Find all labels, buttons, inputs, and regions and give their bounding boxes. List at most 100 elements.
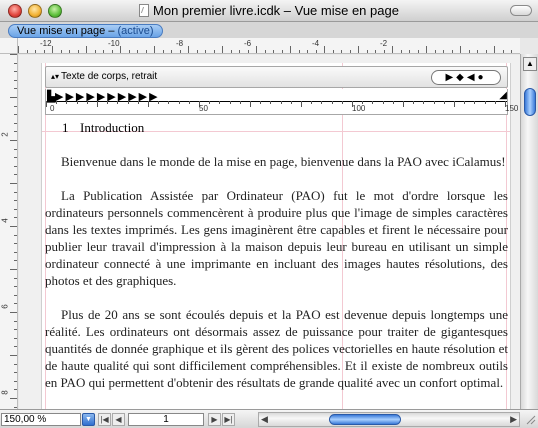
ruler-tick	[10, 183, 17, 184]
horizontal-scrollbar[interactable]: ◀ ▶	[258, 412, 520, 427]
heading-text: Introduction	[80, 120, 145, 135]
ruler-tick	[14, 251, 17, 253]
ruler-tick	[264, 50, 266, 53]
ruler-tick	[60, 50, 62, 53]
tab-ruler-tick	[56, 101, 58, 104]
ruler-tick	[10, 355, 17, 356]
next-page-icon[interactable]: ▶	[208, 413, 221, 426]
scroll-up-icon[interactable]: ▲	[523, 57, 537, 71]
tab-ruler-tick	[392, 101, 394, 104]
tab-ruler-tick	[107, 101, 109, 104]
tab-ruler-tick	[148, 101, 149, 107]
tab-ruler-tick	[433, 101, 435, 104]
ruler-tick	[14, 346, 17, 348]
resize-grip-icon[interactable]	[524, 413, 536, 425]
ruler-tick	[392, 46, 393, 53]
ruler-tick	[213, 50, 215, 53]
ruler-tick	[14, 191, 17, 193]
window-title: Mon premier livre.icdk – Vue mise en pag…	[153, 3, 399, 18]
window-title-wrap: Mon premier livre.icdk – Vue mise en pag…	[0, 3, 538, 18]
tab-ruler-label: 0	[50, 104, 55, 113]
paragraph-style-select[interactable]: ▴▾ Texte de corps, retrait	[51, 71, 157, 82]
tab-ruler[interactable]: ▙ ▶▶▶▶▶▶▶▶▶▶ ◢ 050100150200250	[45, 89, 518, 115]
alignment-tab-buttons[interactable]: ▶◆◀●	[431, 70, 501, 85]
tab-ruler-tick	[239, 101, 241, 104]
tab-ruler-tick	[443, 101, 445, 104]
ruler-tick	[426, 46, 427, 53]
ruler-tick	[43, 50, 45, 53]
tab-ruler-label: 100	[352, 104, 366, 113]
chapter-heading: 1 Introduction	[62, 120, 508, 136]
scroll-left-icon[interactable]: ◀	[261, 414, 268, 425]
ruler-label: -6	[244, 39, 252, 48]
horizontal-ruler[interactable]: -12 -10 -8 -6 -4 -2	[18, 38, 520, 54]
ruler-tick	[366, 50, 368, 53]
ruler-tick	[14, 286, 17, 288]
tab-ruler-label: 150	[505, 104, 519, 113]
vertical-ruler[interactable]: 2 4 6 8	[0, 54, 18, 409]
ruler-tick	[14, 122, 17, 124]
ruler-tick	[14, 62, 17, 64]
tab-ruler-tick	[280, 101, 282, 104]
tab-layout-view[interactable]: Vue mise en page – (active)	[8, 24, 163, 38]
ruler-tick	[14, 320, 17, 322]
zoom-popup-button[interactable]: ▼	[82, 413, 95, 426]
tab-ruler-tick	[413, 101, 415, 104]
paragraph: Plus de 20 ans se sont écoulés depuis et…	[45, 307, 508, 390]
scroll-right-icon[interactable]: ▶	[510, 414, 517, 425]
tab-ruler-tick	[372, 101, 374, 104]
ruler-tick	[14, 303, 17, 305]
ruler-label: -4	[312, 39, 320, 48]
tab-layout-view-label: Vue mise en page –	[17, 25, 118, 37]
updown-arrows-icon: ▴▾	[51, 72, 60, 81]
ruler-tick	[460, 46, 461, 53]
ruler-tick	[10, 97, 17, 98]
ruler-tick	[69, 50, 70, 53]
layout-canvas[interactable]: ▴▾ Texte de corps, retrait ▶◆◀● ▙ ▶▶▶▶▶▶▶…	[19, 55, 520, 409]
ruler-tick	[103, 50, 104, 53]
tab-ruler-tick	[382, 101, 384, 104]
ruler-tick	[14, 79, 17, 81]
text-frame[interactable]: 1 Introduction Bienvenue dans le monde de…	[45, 117, 508, 409]
ruler-tick	[94, 50, 96, 53]
ruler-corner[interactable]	[0, 38, 18, 54]
ruler-tick	[324, 46, 325, 53]
ruler-tick	[341, 50, 342, 53]
ruler-tick	[247, 50, 249, 53]
tab-ruler-tick	[97, 101, 98, 107]
ruler-label: 2	[0, 132, 10, 137]
vertical-scrollbar[interactable]: ▲	[520, 54, 538, 409]
ruler-tick	[111, 50, 113, 53]
ruler-tick	[298, 50, 300, 53]
tab-ruler-tick	[403, 101, 404, 107]
ruler-tick	[14, 372, 17, 374]
tab-ruler-tick	[188, 101, 190, 104]
ruler-label: -2	[380, 39, 388, 48]
ruler-tick	[14, 260, 17, 262]
right-margin-marker-icon[interactable]: ◢	[499, 90, 507, 101]
previous-page-icon[interactable]: ◀	[112, 413, 125, 426]
ruler-tick	[511, 50, 512, 53]
zoom-field[interactable]: 150,00 %	[1, 413, 81, 426]
toolbar-toggle-button[interactable]	[510, 5, 532, 16]
first-page-icon[interactable]: |◀	[98, 413, 111, 426]
ruler-tick	[230, 50, 232, 53]
tab-active-state: (active)	[117, 25, 154, 37]
ruler-tick	[120, 46, 121, 53]
alignment-icons: ▶◆◀●	[445, 72, 487, 83]
vertical-scroll-thumb[interactable]	[524, 88, 536, 116]
document-proxy-icon[interactable]	[139, 4, 150, 17]
tab-ruler-scale: 050100150200250	[46, 101, 518, 115]
tab-ruler-tick	[117, 101, 119, 104]
horizontal-scroll-thumb[interactable]	[329, 414, 401, 425]
ruler-tick	[14, 88, 17, 90]
ruler-tick	[179, 50, 181, 53]
last-page-icon[interactable]: ▶|	[222, 413, 235, 426]
tab-ruler-tick	[341, 101, 343, 104]
ruler-tick	[494, 46, 495, 53]
page-number-field[interactable]: 1	[128, 413, 204, 426]
tab-ruler-tick	[290, 101, 292, 104]
ruler-tick	[35, 50, 36, 53]
tab-ruler-tick	[484, 101, 486, 104]
paragraph: La Publication Assistée par Ordinateur (…	[45, 188, 508, 288]
